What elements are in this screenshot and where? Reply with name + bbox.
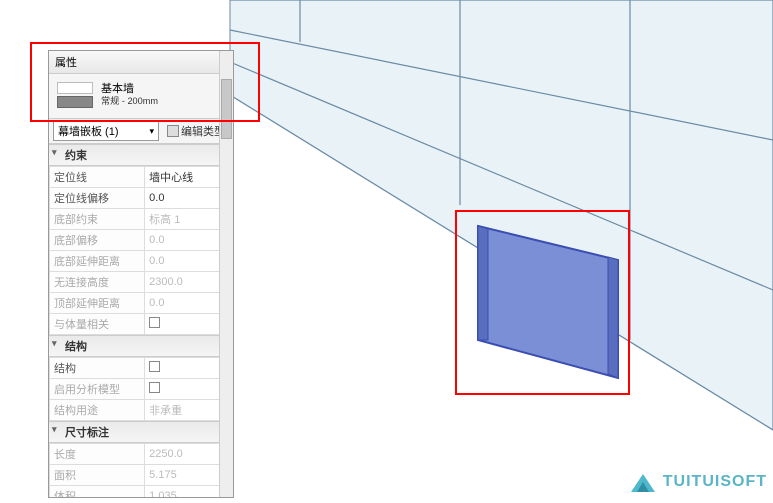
property-key: 结构 <box>50 358 145 379</box>
property-row[interactable]: 定位线偏移0.0 <box>50 188 233 209</box>
checkbox[interactable] <box>149 382 160 393</box>
property-row[interactable]: 结构 <box>50 358 233 379</box>
type-name: 基本墙 <box>101 83 134 95</box>
property-key: 底部延伸距离 <box>50 251 145 272</box>
property-key: 结构用途 <box>50 400 145 421</box>
properties-panel: 属性 × 基本墙 常规 - 200mm ▾ 幕墙嵌板 (1) ▾ 编辑类型 约束… <box>48 50 234 498</box>
type-sub: 常规 - 200mm <box>101 96 212 108</box>
property-key: 体积 <box>50 486 145 498</box>
property-row[interactable]: 与体量相关 <box>50 314 233 335</box>
checkbox[interactable] <box>149 317 160 328</box>
property-key: 定位线偏移 <box>50 188 145 209</box>
property-row[interactable]: 底部偏移0.0 <box>50 230 233 251</box>
property-key: 顶部延伸距离 <box>50 293 145 314</box>
panel-title-label: 属性 <box>55 54 77 70</box>
instance-selector[interactable]: 幕墙嵌板 (1) ▾ <box>53 121 159 141</box>
group-constraints[interactable]: 约束⌄ <box>49 144 233 166</box>
panel-title-bar: 属性 × <box>49 51 233 74</box>
instance-label: 幕墙嵌板 (1) <box>58 123 119 139</box>
property-grid: 约束⌄定位线墙中心线定位线偏移0.0底部约束标高 1底部偏移0.0底部延伸距离0… <box>49 144 233 498</box>
checkbox[interactable] <box>149 361 160 372</box>
property-row[interactable]: 体积1.035 <box>50 486 233 498</box>
watermark-text: TUITUISOFT <box>663 473 767 491</box>
property-row[interactable]: 结构用途非承重 <box>50 400 233 421</box>
type-swatch-icon <box>57 82 93 108</box>
logo-icon <box>629 470 657 494</box>
property-key: 定位线 <box>50 167 145 188</box>
watermark: TUITUISOFT <box>629 470 767 494</box>
property-key: 面积 <box>50 465 145 486</box>
edit-type-icon <box>167 125 179 137</box>
property-key: 长度 <box>50 444 145 465</box>
property-row[interactable]: 顶部延伸距离0.0 <box>50 293 233 314</box>
chevron-down-icon: ▾ <box>149 126 154 137</box>
type-selector[interactable]: 基本墙 常规 - 200mm ▾ <box>49 74 233 118</box>
property-key: 启用分析模型 <box>50 379 145 400</box>
type-text: 基本墙 常规 - 200mm <box>101 82 212 108</box>
group-dims[interactable]: 尺寸标注⌄ <box>49 421 233 443</box>
property-key: 无连接高度 <box>50 272 145 293</box>
property-row[interactable]: 长度2250.0 <box>50 444 233 465</box>
property-key: 与体量相关 <box>50 314 145 335</box>
property-row[interactable]: 底部延伸距离0.0 <box>50 251 233 272</box>
property-row[interactable]: 底部约束标高 1 <box>50 209 233 230</box>
scroll-thumb[interactable] <box>221 79 232 139</box>
scrollbar[interactable] <box>219 51 233 497</box>
property-row[interactable]: 面积5.175 <box>50 465 233 486</box>
group-structure[interactable]: 结构⌄ <box>49 335 233 357</box>
property-row[interactable]: 定位线墙中心线 <box>50 167 233 188</box>
property-row[interactable]: 无连接高度2300.0 <box>50 272 233 293</box>
property-row[interactable]: 启用分析模型 <box>50 379 233 400</box>
property-key: 底部约束 <box>50 209 145 230</box>
property-key: 底部偏移 <box>50 230 145 251</box>
